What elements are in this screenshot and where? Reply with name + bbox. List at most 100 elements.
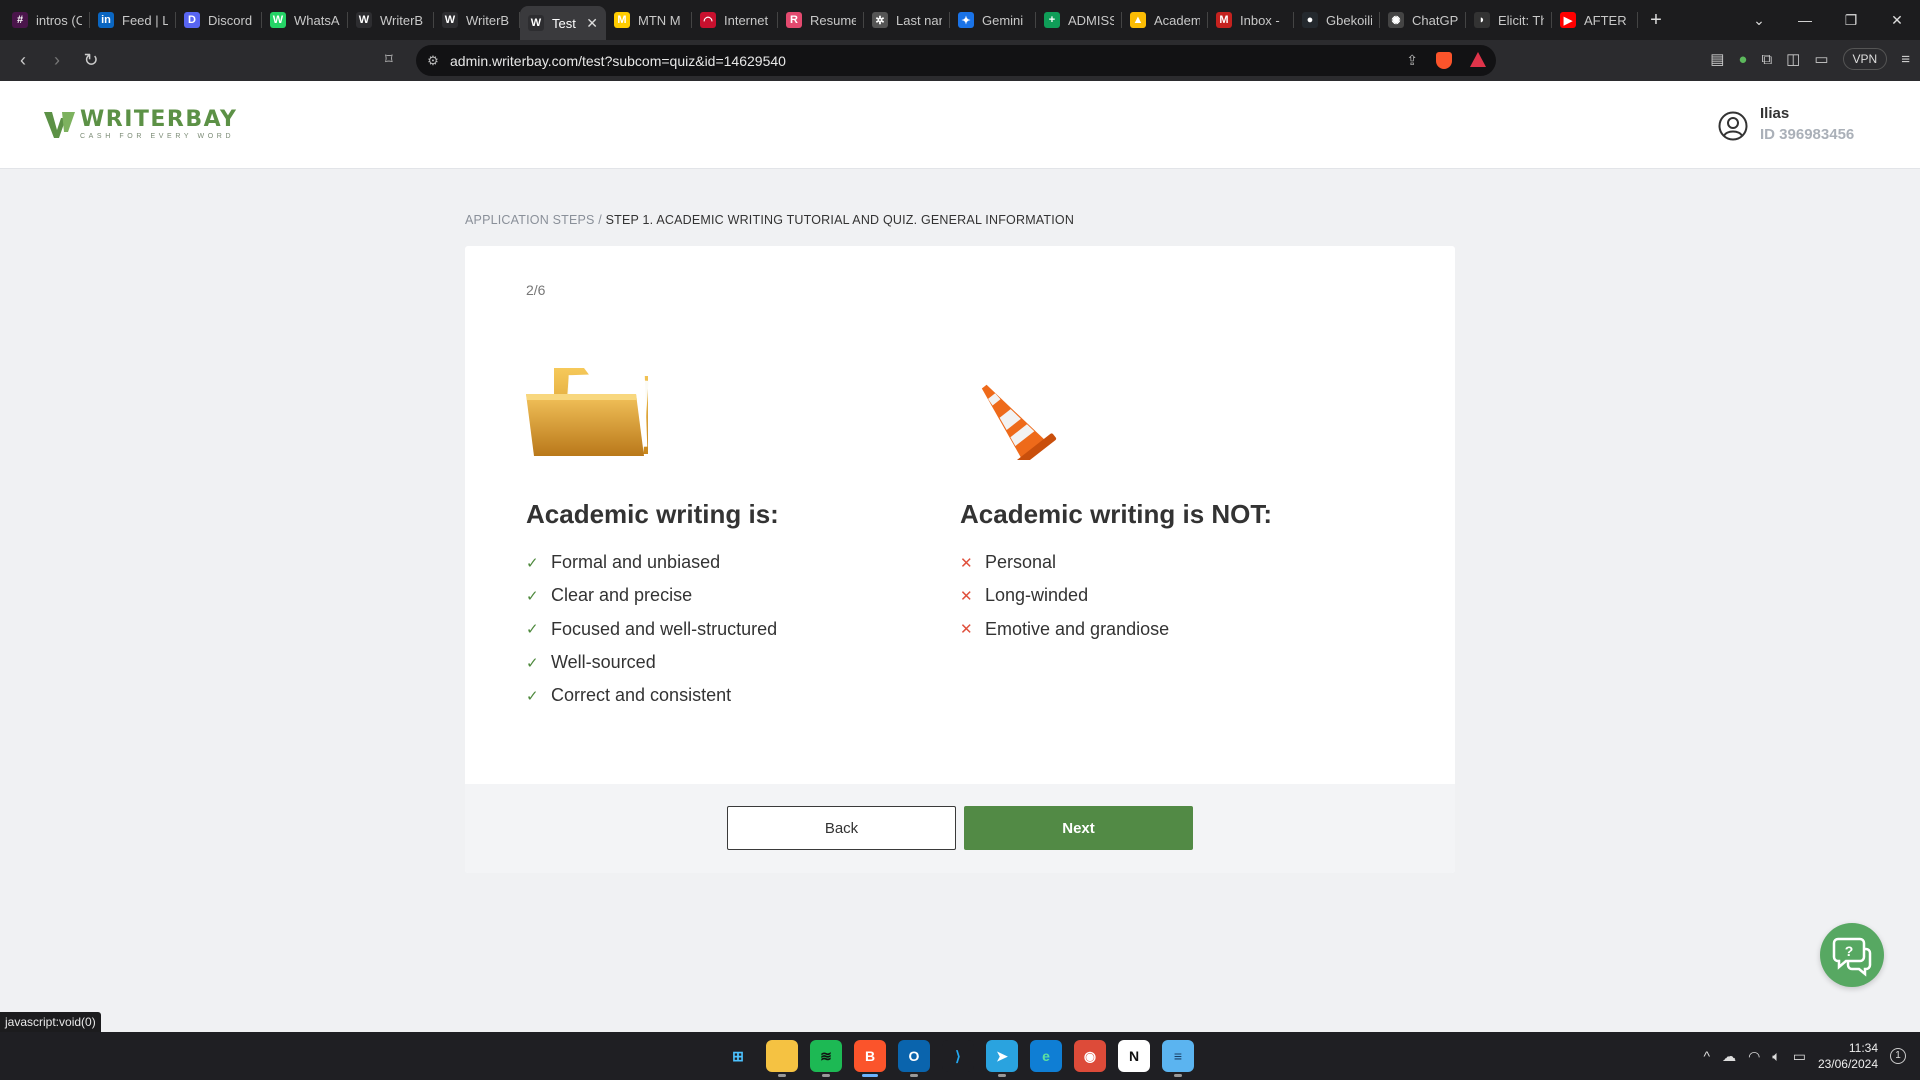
chrome-icon[interactable]: ◉ [1074,1040,1106,1072]
extensions-puzzle-icon[interactable]: ⧉ [1761,51,1772,68]
browser-tab[interactable]: ▲ Academ [1122,0,1208,40]
extension-icon[interactable]: ● [1738,51,1747,68]
notification-badge[interactable]: 1 [1890,1048,1906,1064]
tab-label: Gemini [982,12,1024,28]
tab-search-button[interactable]: ⌄ [1736,12,1782,29]
help-chat-button[interactable]: ? [1820,923,1884,987]
tab-favicon-icon: M [1216,12,1232,28]
tab-favicon-icon: ◠ [700,12,716,28]
close-window-button[interactable]: ✕ [1874,12,1920,29]
tab-favicon-icon: R [786,12,802,28]
clock-time: 11:34 [1848,1041,1878,1055]
browser-tab[interactable]: M Inbox - [1208,0,1294,40]
new-tab-button[interactable]: + [1638,9,1674,32]
user-avatar-icon [1718,111,1748,141]
vscode-icon[interactable]: ⟩ [942,1040,974,1072]
tab-label: ADMISS [1068,12,1114,28]
battery-icon[interactable]: ▭ [1793,1048,1806,1065]
spotify-icon[interactable]: ≋ [810,1040,842,1077]
tray-chevron-icon[interactable]: ^ [1704,1048,1711,1064]
browser-tab[interactable]: W WriterB [434,0,520,40]
user-id: ID 396983456 [1760,126,1855,143]
notepad-icon[interactable]: ≡ [1162,1040,1194,1077]
quiz-card: 2/6 Academic writing is: ✓ Formal and unb… [465,246,1455,873]
browser-tab[interactable]: ✦ Gemini [950,0,1036,40]
site-info-icon[interactable]: ⚙ [416,53,450,69]
cross-icon: ✕ [960,587,973,605]
browser-tab[interactable]: ▶ AFTER S [1552,0,1638,40]
tab-favicon-icon: # [12,12,28,28]
browser-tab[interactable]: W WhatsA [262,0,348,40]
volume-icon[interactable]: 🔈︎ [1772,1048,1780,1065]
window-controls: ⌄ — ❐ ✕ [1736,0,1920,40]
browser-tab[interactable]: ◗ Elicit: Th [1466,0,1552,40]
tab-favicon-icon: W [442,12,458,28]
file-explorer-icon[interactable]: ▬ [766,1040,798,1077]
browser-tab[interactable]: D Discord [176,0,262,40]
tab-label: Elicit: Th [1498,12,1544,28]
list-item-text: Formal and unbiased [551,552,721,573]
user-menu[interactable]: Ilias ID 396983456 [1718,104,1854,146]
outlook-icon[interactable]: O [898,1040,930,1077]
browser-tab[interactable]: # intros (C [4,0,90,40]
reload-icon[interactable]: ↻ [74,50,108,71]
is-not-list: ✕ Personal ✕ Long-winded ✕ Emotive and grandi… [960,546,1272,646]
tab-label: Gbekoili [1326,12,1372,28]
tab-list: # intros (C in Feed | Li D Discord W WhatsA W Wri… [0,0,1638,40]
brave-icon[interactable]: B [854,1040,886,1077]
windows-start-icon[interactable]: ⊞ [722,1040,754,1072]
tab-favicon-icon: W [270,12,286,28]
tab-favicon-icon: ▶ [1560,12,1576,28]
menu-icon[interactable]: ≡ [1901,51,1910,68]
list-item-text: Long-winded [985,585,1089,606]
browser-tab[interactable]: W WriterB [348,0,434,40]
browser-tab[interactable]: + ADMISS [1036,0,1122,40]
browser-tab[interactable]: M MTN M [606,0,692,40]
logo-name: WRITERBAY [80,107,238,132]
brave-shields-icon[interactable] [1436,52,1452,69]
vpn-button[interactable]: VPN [1842,48,1888,70]
brave-rewards-icon[interactable] [1470,52,1486,67]
browser-tab[interactable]: ◠ Internet [692,0,778,40]
close-tab-icon[interactable]: ✕ [586,15,598,32]
forward-nav-icon[interactable]: › [40,50,74,71]
address-bar[interactable]: ⚙ admin.writerbay.com/test?subcom=quiz&i… [416,45,1496,76]
browser-tab[interactable]: in Feed | Li [90,0,176,40]
next-button[interactable]: Next [964,806,1193,850]
browser-tab[interactable]: ✲ Last nar [864,0,950,40]
status-bar-url: javascript:void(0) [0,1012,101,1032]
browser-tab[interactable]: ● Gbekoili [1294,0,1380,40]
edge-icon[interactable]: e [1030,1040,1062,1072]
list-item: ✓ Correct and consistent [526,679,779,712]
tab-label: Test [552,15,576,31]
wifi-icon[interactable]: ◠ [1748,1048,1760,1065]
minimize-button[interactable]: — [1782,12,1828,28]
reader-mode-icon[interactable]: ▤ [1710,50,1724,68]
back-nav-icon[interactable]: ‹ [6,50,40,71]
back-button[interactable]: Back [727,806,956,850]
wallet-icon[interactable]: ▭ [1814,50,1828,68]
url-text[interactable]: admin.writerbay.com/test?subcom=quiz&id=… [450,53,786,69]
checkmark-icon: ✓ [526,621,539,639]
sidebar-icon[interactable]: ◫ [1786,50,1800,68]
share-icon[interactable]: ⇪ [1406,52,1418,69]
academic-writing-is-section: Academic writing is: ✓ Formal and unbiase… [526,366,779,712]
checkmark-icon: ✓ [526,654,539,672]
tab-favicon-icon: ✦ [958,12,974,28]
bookmark-icon[interactable]: ⌑ [385,50,393,68]
telegram-icon[interactable]: ➤ [986,1040,1018,1077]
list-item-text: Focused and well-structured [551,618,778,639]
browser-tab[interactable]: ✺ ChatGP [1380,0,1466,40]
browser-tab[interactable]: W Test ✕ [520,6,606,40]
onedrive-icon[interactable]: ☁ [1722,1048,1736,1065]
browser-tab[interactable]: R Resume [778,0,864,40]
clock[interactable]: 11:34 23/06/2024 [1818,1040,1878,1072]
tab-label: Academ [1154,12,1200,28]
cross-icon: ✕ [960,621,973,639]
writerbay-logo[interactable]: WRITERBAY CASH FOR EVERY WORD [44,109,238,141]
toolbar-actions: ▤ ● ⧉ ◫ ▭ VPN ≡ [1710,48,1910,70]
svg-text:?: ? [1845,943,1854,959]
breadcrumb-root[interactable]: APPLICATION STEPS [465,213,595,227]
restore-button[interactable]: ❐ [1828,12,1874,29]
notion-icon[interactable]: N [1118,1040,1150,1072]
